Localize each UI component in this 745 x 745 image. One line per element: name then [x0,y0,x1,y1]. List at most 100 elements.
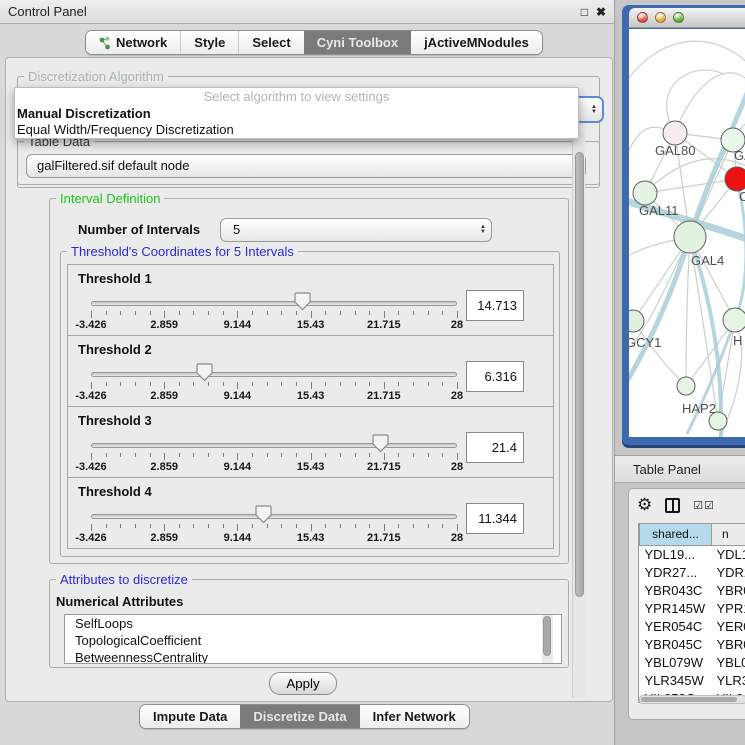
table-row[interactable]: YBR043CYBR0 [640,581,745,599]
tab-network[interactable]: Network [86,31,180,54]
tick-mark [150,311,151,315]
attribute-list-item[interactable]: BetweennessCentrality [65,649,561,664]
table-row[interactable]: YBL079WYBL0 [640,653,745,671]
table-row[interactable]: YER054CYER0 [640,617,745,635]
table-row[interactable]: YDL19...YDL1 [640,545,745,563]
network-node-label: GAL4 [691,253,724,268]
threshold-value-field[interactable]: 14.713 [466,290,524,321]
tick-mark [208,382,209,386]
tick-mark [281,524,282,528]
minimize-traffic-light-icon[interactable] [655,12,666,23]
tick-mark [325,453,326,457]
interval-definition-title: Interval Definition [56,191,164,206]
threshold-value-field[interactable]: 21.4 [466,432,524,463]
slider-track[interactable] [91,514,457,519]
close-traffic-light-icon[interactable] [637,12,648,23]
column-header-name[interactable]: n [712,524,745,545]
tick-label: 21.715 [367,319,401,331]
network-edge[interactable] [686,237,690,386]
tick-mark [223,453,224,457]
network-node-hap2[interactable] [677,377,695,395]
network-node-gal80[interactable] [663,121,687,145]
tick-mark [106,524,107,528]
slider-thumb[interactable] [255,505,272,524]
tab-label: jActiveMNodules [424,35,529,50]
settings-scrollbar-thumb[interactable] [575,152,584,597]
slider-track[interactable] [91,372,457,377]
attribute-list-item[interactable]: TopologicalCoefficient [65,632,561,649]
tick-mark [340,382,341,386]
network-node-gal11[interactable] [633,181,657,205]
network-canvas[interactable]: GAL80GACGAL11GAL4GCY1HHAP2 [629,29,745,437]
slider-track[interactable] [91,443,457,448]
slider-track[interactable] [91,301,457,306]
attributes-scrollbar-thumb[interactable] [543,616,551,656]
threshold-value-field[interactable]: 6.316 [466,361,524,392]
network-node-h[interactable] [723,308,745,332]
column-header-shared-name[interactable]: shared... [640,524,712,545]
tab-style[interactable]: Style [180,31,238,54]
tab-label: Style [194,35,225,50]
table-row[interactable]: YPR145WYPR1 [640,599,745,617]
tick-mark [384,524,385,531]
table-row[interactable]: YBR045CYBR0 [640,635,745,653]
stepper-arrows-icon: ▲▼ [591,105,597,115]
tick-mark [135,382,136,386]
tick-mark [179,311,180,315]
tick-mark [179,382,180,386]
table-cell: YLR3 [712,671,745,689]
popup-option-manual-discretization[interactable]: Manual Discretization [17,106,151,121]
tab-infer-network[interactable]: Infer Network [360,705,469,728]
attributes-group: Attributes to discretize Numerical Attri… [49,579,569,668]
tab-select[interactable]: Select [238,31,303,54]
gear-icon[interactable]: ⚙ [637,495,652,515]
table-horizontal-scrollbar[interactable] [639,695,745,704]
tab-jactivemnodules[interactable]: jActiveMNodules [411,31,542,54]
app-root: Control Panel □ ✖ NetworkStyleSelectCyni… [0,0,745,745]
network-edge[interactable] [629,41,745,89]
zoom-traffic-light-icon[interactable] [673,12,684,23]
slider-thumb[interactable] [294,292,311,311]
slider-ruler [91,382,457,390]
table-hscrollbar-thumb[interactable] [641,697,737,702]
tick-mark [442,453,443,457]
number-of-intervals-label: Number of Intervals [78,222,200,237]
table-data-combobox[interactable]: galFiltered.sif default node ▲▼ [26,154,586,178]
checkbox-icons[interactable]: ☑☑ [693,499,715,512]
slider-thumb[interactable] [196,363,213,382]
table-cell: YBR0 [712,581,745,599]
float-icon[interactable]: □ [581,5,588,19]
tick-mark [223,524,224,528]
tick-label: 15.43 [297,461,325,473]
threshold-value-field[interactable]: 11.344 [466,503,524,534]
number-of-intervals-combobox[interactable]: 5 ▲▼ [220,218,492,242]
tick-mark [369,382,370,386]
tick-mark [135,453,136,457]
close-icon[interactable]: ✖ [596,5,606,19]
table-row[interactable]: YLR345WYLR3 [640,671,745,689]
tick-label: -3.426 [75,461,106,473]
network-node-gcy1[interactable] [629,310,644,332]
network-node-gal4[interactable] [674,221,706,253]
apply-button[interactable]: Apply [269,672,337,695]
tab-impute-data[interactable]: Impute Data [140,705,240,728]
popup-option-equal-width-frequency[interactable]: Equal Width/Frequency Discretization [17,122,234,137]
attributes-scrollbar[interactable] [542,615,553,663]
threshold-stack: Threshold 1-3.4262.8599.14415.4321.71528… [67,265,554,549]
slider-thumb[interactable] [372,434,389,453]
tick-mark [237,524,238,531]
threshold-slider: -3.4262.8599.14415.4321.71528 [91,336,457,408]
network-node[interactable] [709,412,727,430]
network-node-label: GAL80 [655,143,695,158]
network-node-label: GA [734,148,745,163]
settings-scrollbar[interactable] [572,132,585,698]
attribute-list-item[interactable]: SelfLoops [65,615,561,632]
split-columns-icon[interactable] [665,498,680,513]
tab-discretize-data[interactable]: Discretize Data [240,705,359,728]
table-row[interactable]: YDR27...YDR2 [640,563,745,581]
network-node-c[interactable] [725,167,745,191]
tick-mark [106,382,107,386]
slider-ruler [91,453,457,461]
tab-cyni-toolbox[interactable]: Cyni Toolbox [304,31,411,54]
tick-mark [208,524,209,528]
